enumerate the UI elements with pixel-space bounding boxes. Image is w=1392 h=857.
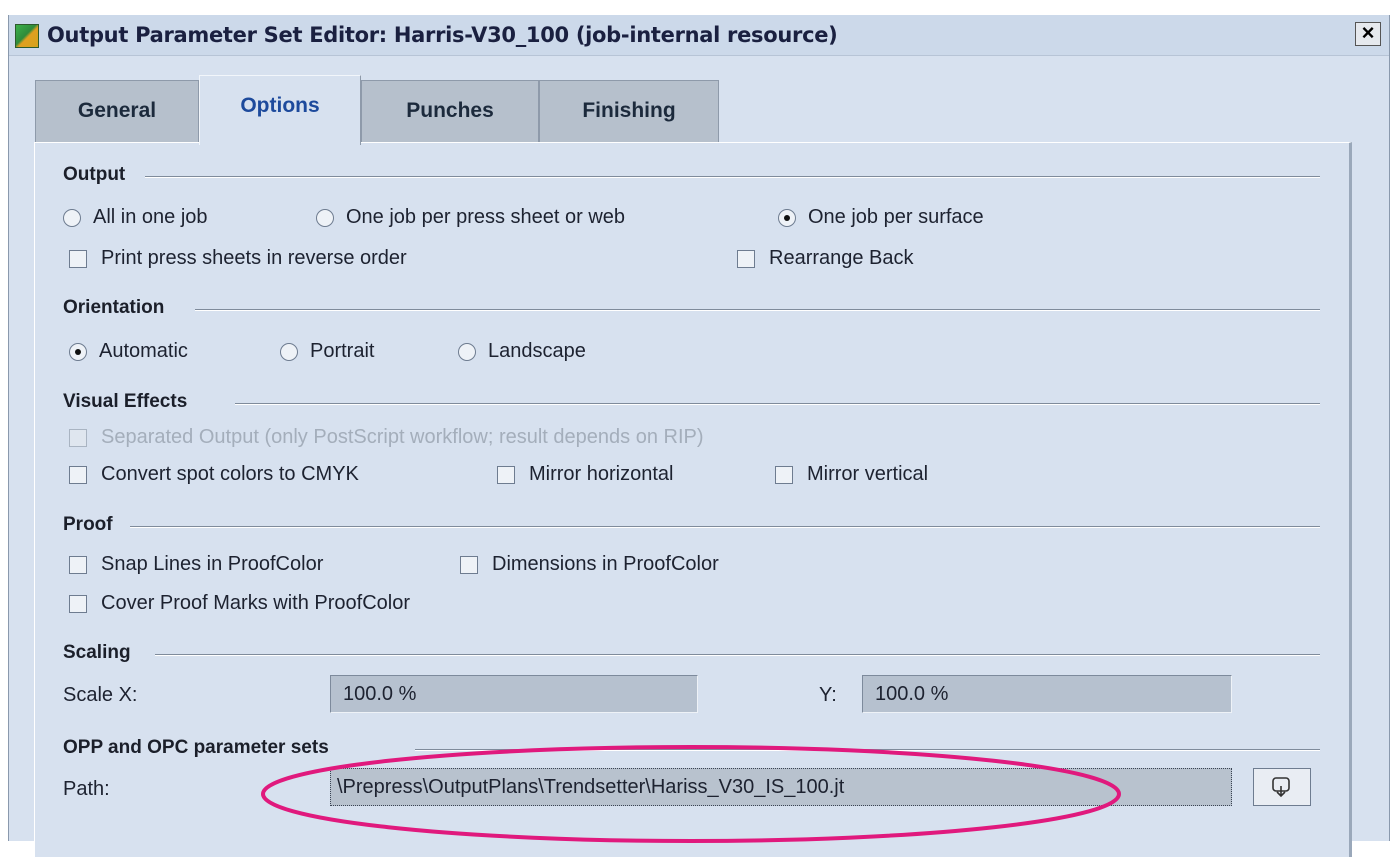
checkbox-indicator[interactable] <box>497 465 515 484</box>
section-divider <box>195 309 1320 311</box>
app-icon <box>15 24 39 48</box>
orientation-section-title: Orientation <box>63 297 173 319</box>
section-divider <box>130 526 1320 528</box>
browse-icon <box>1272 777 1290 798</box>
checkbox-label: Snap Lines in ProofColor <box>101 553 324 575</box>
path-label: Path: <box>63 778 110 800</box>
tab-punches[interactable]: Punches <box>361 80 539 142</box>
radio-indicator[interactable] <box>316 208 334 227</box>
radio-portrait[interactable]: Portrait <box>280 340 374 363</box>
radio-indicator[interactable] <box>458 342 476 361</box>
scale-x-label: Scale X: <box>63 684 138 706</box>
checkbox-indicator[interactable] <box>737 249 755 268</box>
checkbox-indicator[interactable] <box>69 465 87 484</box>
window-title: Output Parameter Set Editor: Harris-V30_… <box>47 23 838 47</box>
checkbox-indicator[interactable] <box>69 249 87 268</box>
checkbox-indicator[interactable] <box>460 555 478 574</box>
checkbox-label: Print press sheets in reverse order <box>101 247 407 269</box>
radio-automatic[interactable]: Automatic <box>69 340 188 363</box>
radio-indicator[interactable] <box>778 208 796 227</box>
checkbox-snap-lines[interactable]: Snap Lines in ProofColor <box>69 553 323 576</box>
checkbox-dimensions[interactable]: Dimensions in ProofColor <box>460 553 719 576</box>
radio-one-job-per-press-sheet[interactable]: One job per press sheet or web <box>316 206 625 229</box>
scale-x-field[interactable]: 100.0 % <box>330 675 698 713</box>
radio-indicator[interactable] <box>69 342 87 361</box>
visual-effects-section-title: Visual Effects <box>63 391 196 413</box>
section-divider <box>235 403 1320 405</box>
tab-options[interactable]: Options <box>199 75 361 145</box>
section-divider <box>155 654 1320 656</box>
proof-section-title: Proof <box>63 514 121 536</box>
checkbox-mirror-vertical[interactable]: Mirror vertical <box>775 463 928 486</box>
radio-all-in-one-job[interactable]: All in one job <box>63 206 208 229</box>
checkbox-mirror-horizontal[interactable]: Mirror horizontal <box>497 463 673 486</box>
section-divider <box>415 749 1320 751</box>
checkbox-indicator <box>69 428 87 447</box>
radio-one-job-per-surface[interactable]: One job per surface <box>778 206 984 229</box>
radio-label: All in one job <box>93 206 208 228</box>
checkbox-label: Separated Output (only PostScript workfl… <box>101 426 704 448</box>
radio-label: Automatic <box>99 340 188 362</box>
scale-y-label: Y: <box>819 684 837 706</box>
checkbox-rearrange-back[interactable]: Rearrange Back <box>737 247 914 270</box>
radio-indicator[interactable] <box>63 208 81 227</box>
checkbox-reverse-order[interactable]: Print press sheets in reverse order <box>69 247 407 270</box>
tab-finishing[interactable]: Finishing <box>539 80 719 142</box>
scale-y-field[interactable]: 100.0 % <box>862 675 1232 713</box>
browse-button[interactable] <box>1253 768 1311 806</box>
options-panel: Output All in one job One job per press … <box>34 142 1352 857</box>
checkbox-label: Cover Proof Marks with ProofColor <box>101 592 410 614</box>
dialog-window: Output Parameter Set Editor: Harris-V30_… <box>8 15 1390 857</box>
checkbox-label: Mirror horizontal <box>529 463 674 485</box>
close-button[interactable]: × <box>1355 22 1381 46</box>
scaling-section-title: Scaling <box>63 642 139 664</box>
checkbox-label: Convert spot colors to CMYK <box>101 463 359 485</box>
opp-section-title: OPP and OPC parameter sets <box>63 737 337 759</box>
title-bar[interactable]: Output Parameter Set Editor: Harris-V30_… <box>9 15 1389 56</box>
section-divider <box>145 176 1320 178</box>
checkbox-convert-spot-colors[interactable]: Convert spot colors to CMYK <box>69 463 359 486</box>
checkbox-label: Mirror vertical <box>807 463 929 485</box>
path-field[interactable]: \Prepress\OutputPlans\Trendsetter\Hariss… <box>330 768 1232 806</box>
checkbox-cover-proof-marks[interactable]: Cover Proof Marks with ProofColor <box>69 592 410 615</box>
radio-label: Portrait <box>310 340 375 362</box>
radio-landscape[interactable]: Landscape <box>458 340 586 363</box>
checkbox-indicator[interactable] <box>69 594 87 613</box>
output-section-title: Output <box>63 164 134 186</box>
radio-indicator[interactable] <box>280 342 298 361</box>
radio-label: One job per press sheet or web <box>346 206 626 228</box>
radio-label: Landscape <box>488 340 586 362</box>
checkbox-label: Rearrange Back <box>769 247 914 269</box>
checkbox-indicator[interactable] <box>775 465 793 484</box>
radio-label: One job per surface <box>808 206 984 228</box>
tab-general[interactable]: General <box>35 80 199 142</box>
checkbox-label: Dimensions in ProofColor <box>492 553 719 575</box>
checkbox-indicator[interactable] <box>69 555 87 574</box>
checkbox-separated-output: Separated Output (only PostScript workfl… <box>69 426 704 449</box>
